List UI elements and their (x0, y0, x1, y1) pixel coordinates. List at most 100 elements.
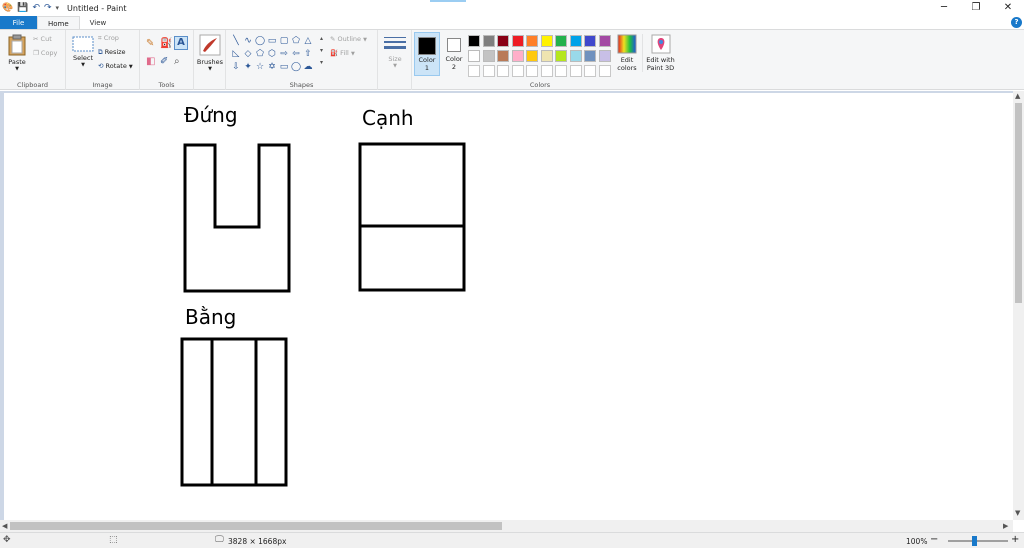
custom-color-slot[interactable] (497, 65, 509, 77)
custom-color-slot[interactable] (569, 65, 582, 77)
up-arrow-shape-icon[interactable]: ⇧ (302, 48, 314, 61)
palette-swatch[interactable] (526, 50, 538, 62)
oval-shape-icon[interactable]: ◯ (254, 35, 266, 48)
callout-rect-icon[interactable]: ▭ (278, 61, 290, 74)
size-button[interactable]: Size ▼ (381, 35, 409, 69)
left-arrow-shape-icon[interactable]: ⇦ (290, 48, 302, 61)
cut-button[interactable]: ✂ Cut (33, 35, 52, 43)
callout-cloud-icon[interactable]: ☁ (302, 61, 314, 74)
top-view-outline (180, 337, 288, 487)
fill-bucket-icon[interactable]: ⛽ (160, 38, 172, 49)
drawing-canvas[interactable]: Đứng Cạnh Bằng (4, 93, 1013, 520)
custom-color-slot[interactable] (468, 65, 480, 77)
palette-swatch[interactable] (526, 35, 538, 47)
rectangle-shape-icon[interactable]: ▭ (266, 35, 278, 48)
triangle-shape-icon[interactable]: △ (302, 35, 314, 48)
palette-swatch[interactable] (598, 50, 611, 62)
polygon-shape-icon[interactable]: ⬠ (290, 35, 302, 48)
redo-icon[interactable]: ↷ (44, 1, 52, 15)
pencil-icon[interactable]: ✎ (146, 38, 154, 49)
customize-qa-icon[interactable]: ▾ (56, 1, 60, 15)
hexagon-shape-icon[interactable]: ⬡ (266, 48, 278, 61)
rounded-rect-shape-icon[interactable]: ▢ (278, 35, 290, 48)
custom-color-slot[interactable] (482, 65, 495, 77)
curve-shape-icon[interactable]: ∿ (242, 35, 254, 48)
palette-swatch[interactable] (497, 35, 509, 47)
horizontal-scrollbar[interactable]: ◀ ▶ (0, 520, 1013, 532)
scroll-up-icon[interactable]: ▲ (1015, 92, 1020, 100)
close-button[interactable]: ✕ (992, 0, 1024, 16)
right-arrow-shape-icon[interactable]: ⇨ (278, 48, 290, 61)
scroll-down-icon[interactable]: ▼ (1015, 509, 1020, 517)
brushes-button[interactable]: Brushes ▼ (196, 34, 224, 72)
palette-swatch[interactable] (569, 50, 582, 62)
tab-home[interactable]: Home (37, 16, 80, 29)
help-icon[interactable]: ? (1011, 17, 1022, 28)
fill-button[interactable]: ⛽ Fill ▼ (330, 49, 355, 57)
down-arrow-shape-icon[interactable]: ⇩ (230, 61, 242, 74)
eraser-icon[interactable]: ◧ (146, 56, 155, 67)
scroll-right-icon[interactable]: ▶ (1003, 522, 1008, 530)
palette-swatch[interactable] (482, 50, 495, 62)
zoom-slider-track[interactable] (948, 540, 1008, 542)
diamond-shape-icon[interactable]: ◇ (242, 48, 254, 61)
custom-color-slot[interactable] (511, 65, 524, 77)
rotate-button[interactable]: ⟲ Rotate ▼ (98, 62, 133, 70)
crop-button[interactable]: ⌗ Crop (98, 34, 119, 43)
palette-swatch[interactable] (584, 35, 596, 47)
resize-button[interactable]: ⧉ Resize (98, 48, 126, 57)
outline-button[interactable]: ✎ Outline ▼ (330, 35, 367, 43)
brushes-label: Brushes (196, 58, 224, 66)
custom-color-slot[interactable] (555, 65, 567, 77)
palette-swatch[interactable] (497, 50, 509, 62)
vertical-scrollbar[interactable]: ▲ ▼ (1013, 91, 1024, 520)
tab-view[interactable]: View (80, 16, 117, 29)
custom-color-slot[interactable] (584, 65, 596, 77)
palette-swatch[interactable] (540, 35, 553, 47)
palette-swatch[interactable] (468, 50, 480, 62)
callout-oval-icon[interactable]: ◯ (290, 61, 302, 74)
right-triangle-shape-icon[interactable]: ◺ (230, 48, 242, 61)
undo-icon[interactable]: ↶ (32, 1, 40, 15)
palette-swatch[interactable] (584, 50, 596, 62)
shape-gallery-scroll[interactable]: ▴ ▾ ▾ (320, 33, 323, 69)
color-picker-icon[interactable]: ✐ (160, 56, 168, 67)
horizontal-scroll-thumb[interactable] (10, 522, 502, 530)
palette-swatch[interactable] (540, 50, 553, 62)
palette-swatch[interactable] (555, 35, 567, 47)
zoom-slider-thumb[interactable] (972, 536, 977, 546)
vertical-scroll-thumb[interactable] (1015, 103, 1022, 303)
color1-button[interactable]: Color 1 (414, 32, 440, 76)
custom-color-slot[interactable] (526, 65, 538, 77)
four-point-star-icon[interactable]: ✦ (242, 61, 254, 74)
minimize-button[interactable]: ─ (928, 0, 960, 16)
scroll-left-icon[interactable]: ◀ (2, 522, 7, 530)
palette-swatch[interactable] (598, 35, 611, 47)
zoom-out-button[interactable]: − (930, 534, 938, 545)
magnifier-icon[interactable]: ⌕ (174, 56, 180, 67)
palette-swatch[interactable] (482, 35, 495, 47)
palette-swatch[interactable] (511, 50, 524, 62)
custom-color-slot[interactable] (598, 65, 611, 77)
text-tool-icon[interactable]: A (174, 36, 188, 50)
pentagon-shape-icon[interactable]: ⬠ (254, 48, 266, 61)
copy-label: Copy (40, 49, 58, 57)
tab-file[interactable]: File (0, 16, 37, 29)
custom-color-slot[interactable] (540, 65, 553, 77)
palette-swatch[interactable] (569, 35, 582, 47)
line-shape-icon[interactable]: ╲ (230, 35, 242, 48)
edit-colors-button[interactable]: Edit colors (614, 34, 640, 72)
restore-button[interactable]: ❐ (960, 0, 992, 16)
paste-button[interactable]: Paste ▼ (4, 34, 30, 72)
save-icon[interactable]: 💾 (17, 1, 28, 15)
palette-swatch[interactable] (511, 35, 524, 47)
five-point-star-icon[interactable]: ☆ (254, 61, 266, 74)
select-button[interactable]: Select ▼ (70, 36, 96, 68)
palette-swatch[interactable] (555, 50, 567, 62)
paint3d-button[interactable]: Edit with Paint 3D (642, 34, 678, 72)
color2-button[interactable]: Color 2 (442, 32, 466, 76)
six-point-star-icon[interactable]: ✡ (266, 61, 278, 74)
palette-swatch[interactable] (468, 35, 480, 47)
zoom-in-button[interactable]: + (1011, 534, 1019, 545)
copy-button[interactable]: ❐ Copy (33, 49, 57, 57)
